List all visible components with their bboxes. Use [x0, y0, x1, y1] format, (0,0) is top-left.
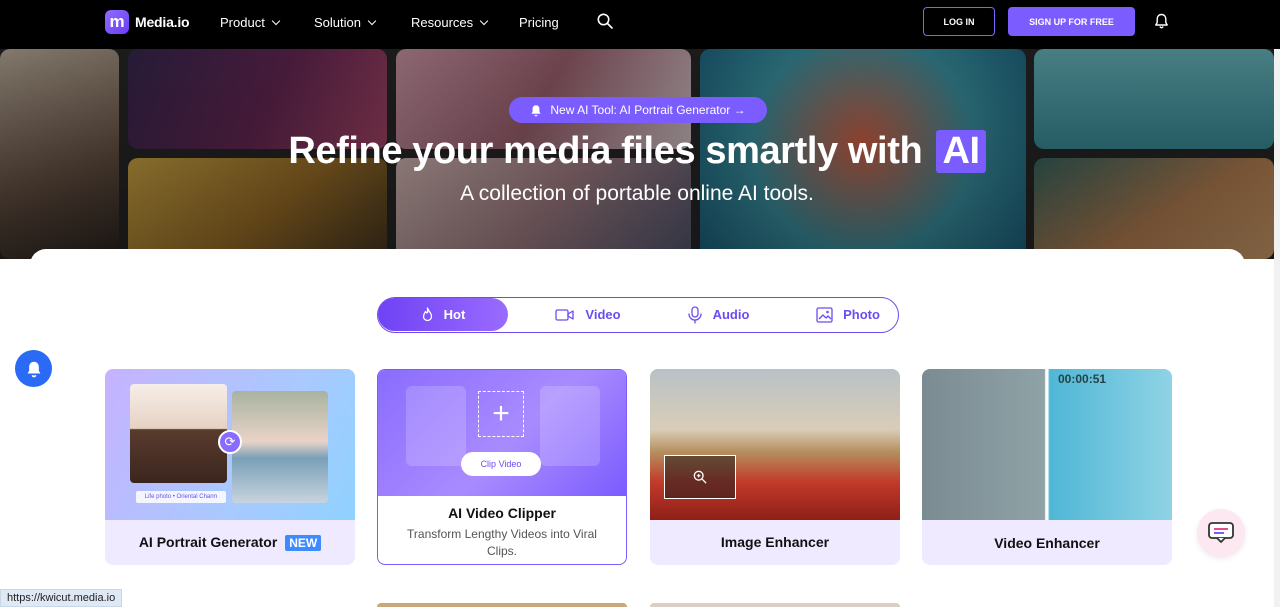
tab-label: Audio [712, 307, 750, 322]
add-clip-icon: + [478, 391, 524, 437]
next-row-card-peek [377, 603, 627, 607]
tab-audio[interactable]: Audio [668, 298, 768, 331]
hero-title-highlight: AI [936, 130, 986, 173]
nav-item-label: Resources [411, 15, 474, 30]
tab-label: Video [585, 307, 621, 322]
scrollbar[interactable] [1274, 49, 1280, 607]
hero-banner: New AI Tool: AI Portrait Generator → Ref… [0, 49, 1274, 259]
top-navbar: m Media.io Product Solution Resources Pr… [0, 0, 1280, 49]
logo-mark-icon: m [105, 10, 129, 34]
chevron-down-icon [271, 16, 281, 25]
card-image [650, 369, 900, 520]
image-icon [816, 306, 833, 323]
microphone-icon [687, 305, 702, 324]
chevron-down-icon [367, 16, 377, 25]
status-bar-url: https://kwicut.media.io [0, 589, 123, 607]
tool-card-ai-portrait-generator[interactable]: ⟳ Life photo • Oriental Charm AI Portrai… [105, 369, 355, 565]
login-button[interactable]: LOG IN [923, 7, 995, 36]
chat-icon [1208, 522, 1234, 543]
video-thumb [406, 386, 466, 466]
new-tool-badge-text: New AI Tool: AI Portrait Generator → [550, 103, 746, 117]
bell-icon [27, 361, 40, 377]
nav-item-label: Product [220, 15, 265, 30]
tab-label: Photo [843, 307, 880, 322]
swap-icon: ⟳ [218, 430, 242, 454]
video-thumb [540, 386, 600, 466]
nav-item-resources[interactable]: Resources [411, 15, 489, 30]
nav-item-product[interactable]: Product [220, 15, 281, 30]
tab-photo[interactable]: Photo [798, 298, 898, 331]
zoom-in-icon [693, 470, 707, 484]
card-image: ⟳ Life photo • Oriental Charm [105, 369, 355, 520]
new-tool-badge[interactable]: New AI Tool: AI Portrait Generator → [509, 97, 767, 123]
nav-item-label: Solution [314, 15, 361, 30]
category-tabs: Hot Video Audio Photo [377, 297, 899, 333]
card-title: Video Enhancer [994, 535, 1100, 551]
chat-button[interactable] [1197, 509, 1245, 557]
hero-subtitle: A collection of portable online AI tools… [460, 182, 814, 205]
nav-item-solution[interactable]: Solution [314, 15, 377, 30]
card-image: + Clip Video [378, 370, 626, 496]
card-label: AI Portrait Generator NEW [105, 534, 355, 551]
nav-item-label: Pricing [519, 15, 559, 30]
bell-icon [531, 104, 541, 116]
hero-title: Refine your media files smartly with AI [0, 130, 1274, 173]
search-icon[interactable] [597, 13, 613, 29]
tool-card-video-enhancer[interactable]: 00:00:51 Video Enhancer [922, 369, 1172, 565]
portrait-before-image [130, 384, 227, 483]
logo[interactable]: m Media.io [105, 10, 190, 34]
flame-icon [422, 307, 432, 322]
card-title: AI Video Clipper [448, 505, 556, 521]
tab-hot[interactable]: Hot [378, 298, 508, 331]
tool-card-ai-video-clipper[interactable]: + Clip Video AI Video Clipper Transform … [377, 369, 627, 565]
video-camera-icon [555, 308, 575, 321]
portrait-after-image [232, 391, 328, 503]
video-timestamp: 00:00:51 [1058, 372, 1107, 386]
notification-float-button[interactable] [15, 350, 52, 387]
tab-video[interactable]: Video [538, 298, 638, 331]
tab-label: Hot [443, 307, 466, 322]
tool-card-image-enhancer[interactable]: Image Enhancer [650, 369, 900, 565]
card-image: 00:00:51 [922, 369, 1172, 520]
nav-item-pricing[interactable]: Pricing [519, 15, 559, 30]
chevron-down-icon [479, 16, 489, 25]
new-badge: NEW [285, 535, 322, 551]
logo-text: Media.io [135, 14, 190, 30]
card-title: AI Portrait Generator [138, 534, 278, 550]
clip-video-button[interactable]: Clip Video [461, 452, 541, 476]
next-row-card-peek [650, 603, 900, 607]
bell-icon[interactable] [1154, 13, 1169, 29]
card-title: Image Enhancer [720, 534, 830, 550]
hero-title-text: Refine your media files smartly with [288, 130, 923, 172]
zoom-preview [664, 455, 736, 499]
portrait-caption: Life photo • Oriental Charm [136, 491, 226, 503]
card-description: Transform Lengthy Videos into Viral Clip… [407, 527, 597, 558]
signup-button[interactable]: SIGN UP FOR FREE [1008, 7, 1135, 36]
